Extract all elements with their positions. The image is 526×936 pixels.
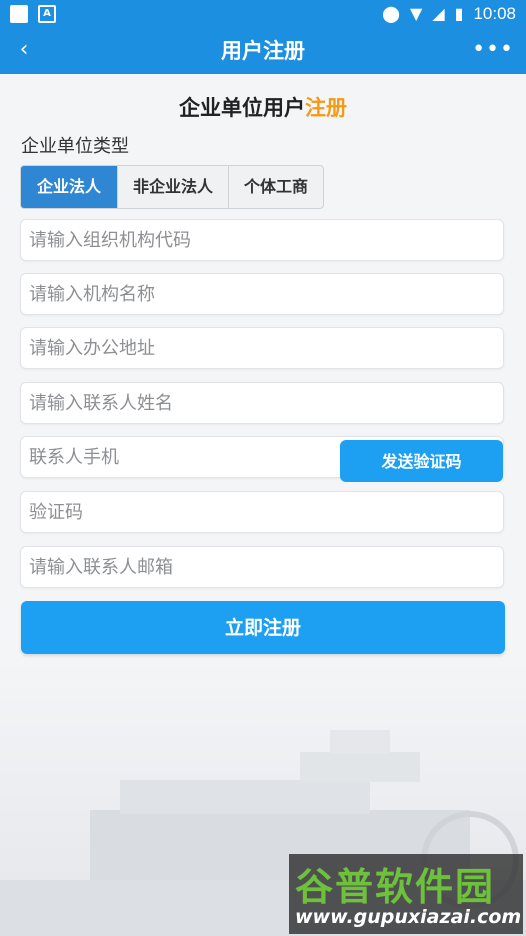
watermark-title: 谷普软件园 <box>295 865 496 909</box>
site-watermark: 谷普软件园 www.gupuxiazai.com <box>289 854 523 934</box>
org-name-input[interactable] <box>20 273 504 315</box>
register-button[interactable]: 立即注册 <box>21 601 505 654</box>
status-time: 10:08 <box>473 4 516 23</box>
battery-icon: ▮ <box>454 4 464 23</box>
unit-type-option-corporate[interactable]: 企业法人 <box>21 166 118 208</box>
heading-main: 企业单位用户 <box>179 96 305 120</box>
unit-type-option-individual[interactable]: 个体工商 <box>229 166 323 208</box>
send-code-button[interactable]: 发送验证码 <box>340 440 503 482</box>
org-code-input[interactable] <box>20 219 504 261</box>
contact-email-input[interactable] <box>20 546 504 588</box>
watermark-url: www.gupuxiazai.com <box>295 906 522 928</box>
verify-code-input[interactable] <box>20 491 504 533</box>
wifi-icon: ▼ <box>410 4 423 23</box>
unit-type-selector: 企业法人 非企业法人 个体工商 <box>20 165 324 209</box>
heading-accent: 注册 <box>305 96 347 120</box>
form-heading: 企业单位用户注册 <box>0 92 526 122</box>
office-address-input[interactable] <box>20 327 504 369</box>
unit-type-label: 企业单位类型 <box>21 136 129 157</box>
unit-type-option-non-corporate[interactable]: 非企业法人 <box>118 166 229 208</box>
page-title: 用户注册 <box>221 39 305 63</box>
app-square-icon <box>10 5 28 23</box>
status-bar: A ⬤ ▼ ◢ ▮ 10:08 <box>0 0 526 28</box>
a-notification-icon: A <box>38 5 56 23</box>
signal-icon: ◢ <box>432 4 445 23</box>
title-bar: ‹ 用户注册 ••• <box>0 28 526 74</box>
chevron-left-icon: ‹ <box>19 37 29 62</box>
back-button[interactable]: ‹ <box>8 28 40 74</box>
location-icon: ⬤ <box>382 4 401 23</box>
more-dots-icon: ••• <box>472 37 514 62</box>
more-button[interactable]: ••• <box>472 28 514 74</box>
contact-name-input[interactable] <box>20 382 504 424</box>
